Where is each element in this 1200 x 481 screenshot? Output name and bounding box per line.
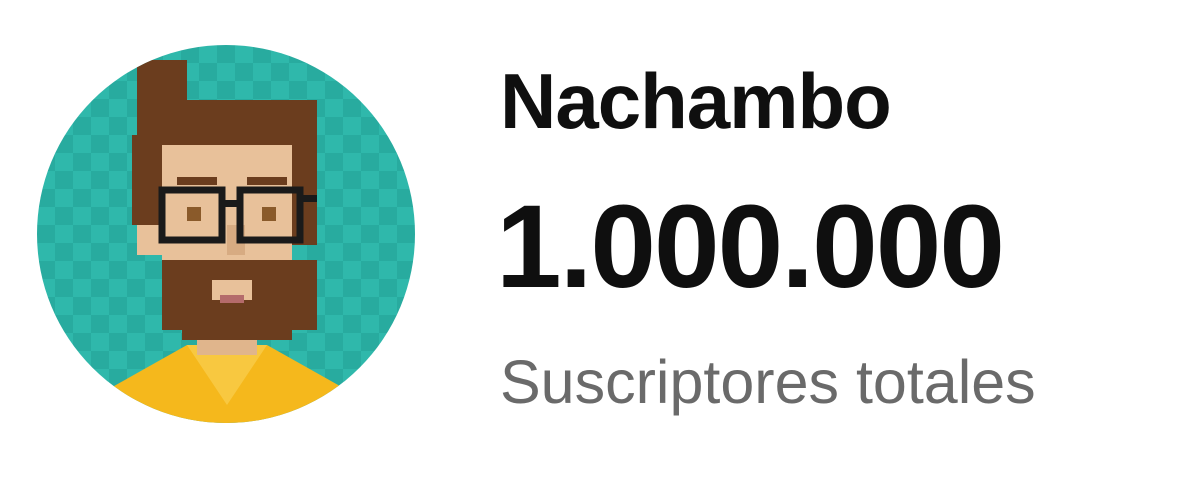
subscriber-count: 1.000.000 [496, 181, 1005, 313]
subscriber-label: Suscriptores totales [500, 348, 1036, 416]
subscriber-card: Nachambo 1.000.000 Suscriptores totales [0, 0, 1200, 481]
pixel-art-avatar-icon [37, 45, 415, 423]
channel-name[interactable]: Nachambo [500, 62, 892, 140]
channel-info: Nachambo 1.000.000 Suscriptores totales [496, 0, 1190, 481]
avatar[interactable] [37, 45, 415, 423]
